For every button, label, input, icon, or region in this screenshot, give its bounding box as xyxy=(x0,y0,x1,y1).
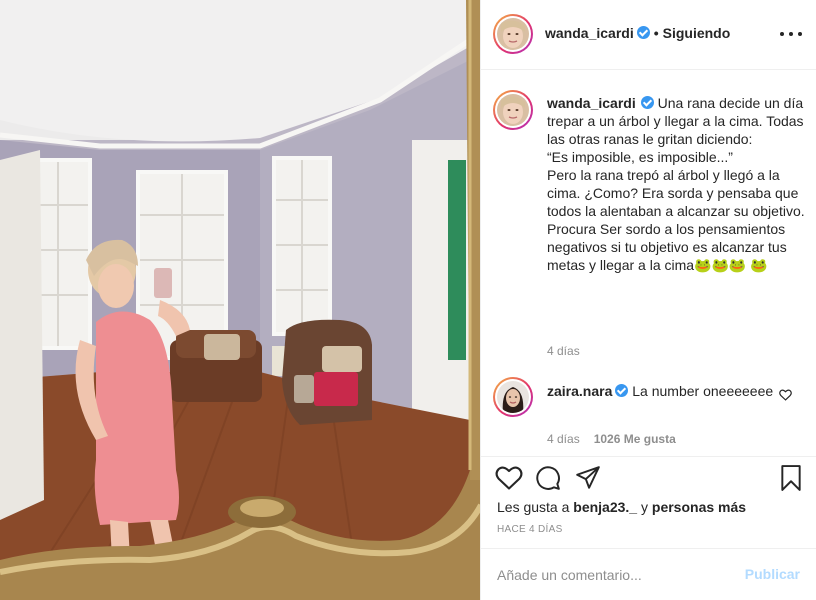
header-user-line: wanda_icardi • Siguiendo xyxy=(545,25,730,41)
post-header: wanda_icardi • Siguiendo xyxy=(481,0,816,70)
comment-text: La number oneeeeeee xyxy=(632,383,774,399)
comment-icon[interactable] xyxy=(535,465,561,491)
caption-text: Una rana decide un día trepar a un árbol… xyxy=(547,95,805,273)
caption-meta: 4 días xyxy=(547,344,580,358)
heart-icon[interactable] xyxy=(495,465,523,491)
verified-badge-icon xyxy=(615,384,629,397)
verified-badge-icon xyxy=(640,96,654,109)
add-comment-bar: Publicar xyxy=(481,548,816,600)
add-comment-input[interactable] xyxy=(497,564,727,586)
publish-button[interactable]: Publicar xyxy=(745,566,800,582)
instagram-post: wanda_icardi • Siguiendo wanda_icardi Un… xyxy=(0,0,816,600)
post-actions: Les gusta a benja23._ y personas más HAC… xyxy=(481,456,816,548)
comment-meta: 4 días 1026 Me gusta xyxy=(547,432,676,446)
post-caption: wanda_icardi Una rana decide un día trep… xyxy=(547,94,805,274)
likes-summary: Les gusta a benja23._ y personas más xyxy=(497,499,746,515)
author-avatar[interactable] xyxy=(493,14,533,54)
post-sidebar: wanda_icardi • Siguiendo wanda_icardi Un… xyxy=(481,0,816,600)
post-date[interactable]: HACE 4 DÍAS xyxy=(497,524,563,535)
likes-others-link[interactable]: personas más xyxy=(652,499,746,515)
comment-time[interactable]: 4 días xyxy=(547,432,580,446)
caption-username[interactable]: wanda_icardi xyxy=(547,95,636,111)
bookmark-icon[interactable] xyxy=(780,465,802,491)
likes-prefix: Les gusta a xyxy=(497,499,570,515)
comment-like-heart-icon[interactable] xyxy=(779,389,792,401)
avatar-face-icon xyxy=(497,94,529,126)
verified-badge-icon xyxy=(636,26,650,39)
avatar-face-icon xyxy=(497,381,529,413)
comment-username[interactable]: zaira.nara xyxy=(547,383,612,399)
following-button[interactable]: Siguiendo xyxy=(663,25,731,41)
author-username[interactable]: wanda_icardi xyxy=(545,25,634,41)
post-photo[interactable] xyxy=(0,0,481,600)
likes-user-link[interactable]: benja23._ xyxy=(573,499,637,515)
comments-list[interactable]: wanda_icardi Una rana decide un día trep… xyxy=(481,71,816,456)
caption-time[interactable]: 4 días xyxy=(547,344,580,358)
comment-author-avatar[interactable] xyxy=(493,377,533,417)
avatar-face-icon xyxy=(497,18,529,50)
more-options-icon[interactable] xyxy=(780,24,802,44)
comment-item: zaira.nara La number oneeeeeee xyxy=(547,382,782,400)
comment-likes[interactable]: 1026 Me gusta xyxy=(594,432,676,446)
share-icon[interactable] xyxy=(575,465,601,491)
separator-dot: • xyxy=(653,25,659,41)
likes-connector: y xyxy=(641,499,648,515)
caption-author-avatar[interactable] xyxy=(493,90,533,130)
mirror-selfie-photo xyxy=(0,0,480,600)
